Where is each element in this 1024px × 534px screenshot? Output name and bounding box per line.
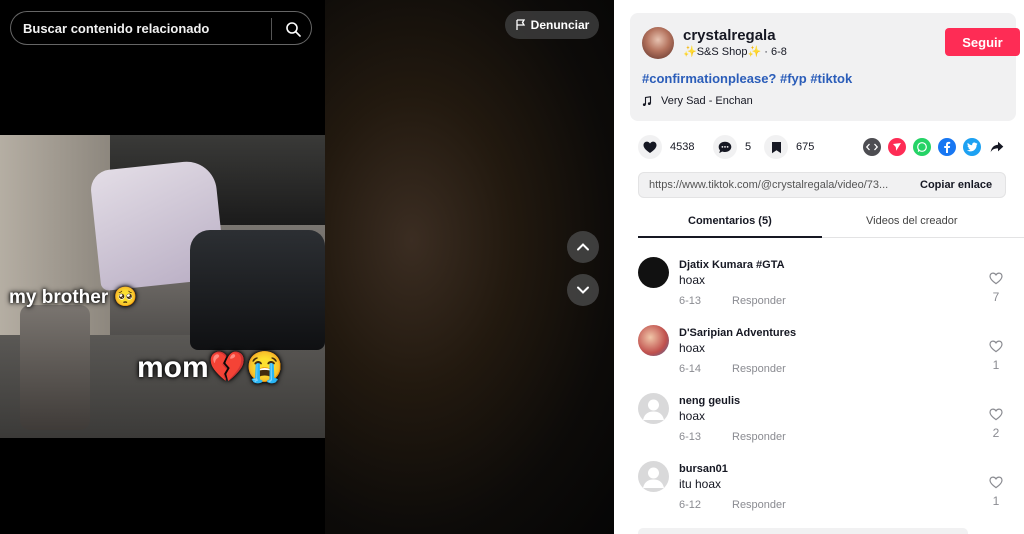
comment-avatar[interactable] — [638, 257, 669, 288]
blurred-background — [325, 0, 614, 534]
report-button[interactable]: Denunciar — [505, 11, 599, 39]
previous-video-button[interactable] — [567, 231, 599, 263]
comment-input-bar[interactable] — [638, 528, 968, 534]
like-button[interactable] — [638, 135, 662, 159]
send-icon[interactable] — [888, 138, 906, 156]
reply-button[interactable]: Responder — [732, 499, 786, 511]
comment-text: hoax — [679, 341, 706, 355]
comment-like-count: 2 — [992, 426, 1000, 440]
chevron-up-icon — [577, 243, 589, 251]
comment-item: bursan01 itu hoax 6-12 Responder 1 — [638, 461, 1008, 523]
comment-like-count: 1 — [992, 494, 1000, 508]
like-action[interactable]: 4538 — [638, 135, 694, 159]
comment-item: D'Saripian Adventures hoax 6-14 Responde… — [638, 325, 1008, 387]
comment-date: 6-12 — [679, 499, 702, 511]
comment-avatar-default[interactable] — [638, 461, 669, 492]
link-box: https://www.tiktok.com/@crystalregala/vi… — [638, 172, 1006, 198]
author-separator: · — [764, 46, 768, 58]
comment-like-button[interactable]: 7 — [987, 272, 1005, 306]
panel-tabs: Comentarios (5) Videos del creador — [638, 206, 1024, 238]
default-avatar-icon — [643, 399, 664, 420]
post-hashtags[interactable]: #confirmationplease? #fyp #tiktok — [642, 71, 852, 86]
comment-like-button[interactable]: 1 — [987, 476, 1005, 510]
follow-button[interactable]: Seguir — [945, 28, 1020, 56]
video-black-car — [190, 230, 325, 350]
save-button[interactable] — [764, 135, 788, 159]
comment-date: 6-13 — [679, 295, 702, 307]
like-count: 4538 — [670, 141, 695, 153]
bookmark-icon — [771, 141, 781, 153]
search-icon — [286, 22, 301, 37]
facebook-icon[interactable] — [938, 138, 956, 156]
music-note-icon — [642, 95, 652, 106]
heart-icon — [643, 141, 657, 153]
search-input[interactable]: Buscar contenido relacionado — [23, 21, 209, 36]
comment-text: itu hoax — [679, 477, 722, 491]
report-label: Denunciar — [530, 18, 590, 32]
tab-comments[interactable]: Comentarios (5) — [688, 215, 772, 227]
comment-icon — [718, 141, 732, 153]
side-panel: crystalregala ✨S&S Shop✨ · 6-8 Seguir #c… — [614, 0, 1024, 534]
heart-outline-icon — [989, 408, 1003, 421]
reply-button[interactable]: Responder — [732, 295, 786, 307]
tab-creator-videos[interactable]: Videos del creador — [866, 215, 958, 227]
share-arrow-icon[interactable] — [988, 138, 1006, 156]
search-divider — [271, 18, 272, 40]
post-date: 6-8 — [770, 46, 787, 58]
comment-author[interactable]: neng geulis — [679, 395, 740, 407]
search-bar[interactable]: Buscar contenido relacionado — [10, 11, 312, 45]
heart-outline-icon — [989, 476, 1003, 489]
comment-avatar[interactable] — [638, 325, 669, 356]
twitter-icon[interactable] — [963, 138, 981, 156]
author-username[interactable]: crystalregala — [683, 27, 776, 44]
action-bar: 4538 5 675 — [638, 135, 1008, 159]
comment-like-count: 1 — [992, 358, 1000, 372]
video-player[interactable]: my brother 🥺 mom💔😭 — [0, 135, 325, 438]
comment-like-button[interactable]: 2 — [987, 408, 1005, 442]
embed-icon[interactable] — [863, 138, 881, 156]
comment-action[interactable]: 5 — [713, 135, 751, 159]
comment-item: neng geulis hoax 6-13 Responder 2 — [638, 393, 1008, 455]
comment-author[interactable]: D'Saripian Adventures — [679, 327, 796, 339]
reply-button[interactable]: Responder — [732, 431, 786, 443]
search-button[interactable] — [279, 17, 307, 41]
music-title: Very Sad - Enchan — [661, 95, 753, 107]
comment-button[interactable] — [713, 135, 737, 159]
video-stroller — [20, 305, 90, 430]
whatsapp-icon[interactable] — [913, 138, 931, 156]
video-caption-mom: mom💔😭 — [137, 351, 284, 384]
author-card: crystalregala ✨S&S Shop✨ · 6-8 Seguir #c… — [630, 13, 1020, 121]
heart-outline-icon — [989, 340, 1003, 353]
next-video-button[interactable] — [567, 274, 599, 306]
video-area: my brother 🥺 mom💔😭 Buscar contenido rela… — [0, 0, 614, 534]
comment-like-count: 7 — [992, 290, 1000, 304]
flag-icon — [516, 19, 525, 30]
save-count: 675 — [796, 141, 815, 153]
default-avatar-icon — [643, 467, 664, 488]
music-link[interactable]: Very Sad - Enchan — [642, 95, 753, 107]
reply-button[interactable]: Responder — [732, 363, 786, 375]
comment-author[interactable]: bursan01 — [679, 463, 728, 475]
comment-item: Djatix Kumara #GTA hoax 6-13 Responder 7 — [638, 257, 1008, 319]
chevron-down-icon — [577, 286, 589, 294]
active-tab-indicator — [638, 236, 822, 238]
comment-date: 6-14 — [679, 363, 702, 375]
comment-avatar-default[interactable] — [638, 393, 669, 424]
comment-text: hoax — [679, 409, 706, 423]
comment-count: 5 — [745, 141, 752, 153]
author-display-name: ✨S&S Shop✨ — [683, 46, 762, 58]
save-action[interactable]: 675 — [764, 135, 814, 159]
comment-date: 6-13 — [679, 431, 702, 443]
heart-outline-icon — [989, 272, 1003, 285]
video-caption-brother: my brother 🥺 — [9, 287, 138, 308]
comment-author[interactable]: Djatix Kumara #GTA — [679, 259, 785, 271]
copy-link-button[interactable]: Copiar enlace — [920, 179, 992, 191]
author-avatar[interactable] — [642, 27, 674, 59]
video-link[interactable]: https://www.tiktok.com/@crystalregala/vi… — [649, 179, 888, 191]
comment-text: hoax — [679, 273, 706, 287]
author-subline: ✨S&S Shop✨ · 6-8 — [683, 45, 787, 58]
comment-like-button[interactable]: 1 — [987, 340, 1005, 374]
